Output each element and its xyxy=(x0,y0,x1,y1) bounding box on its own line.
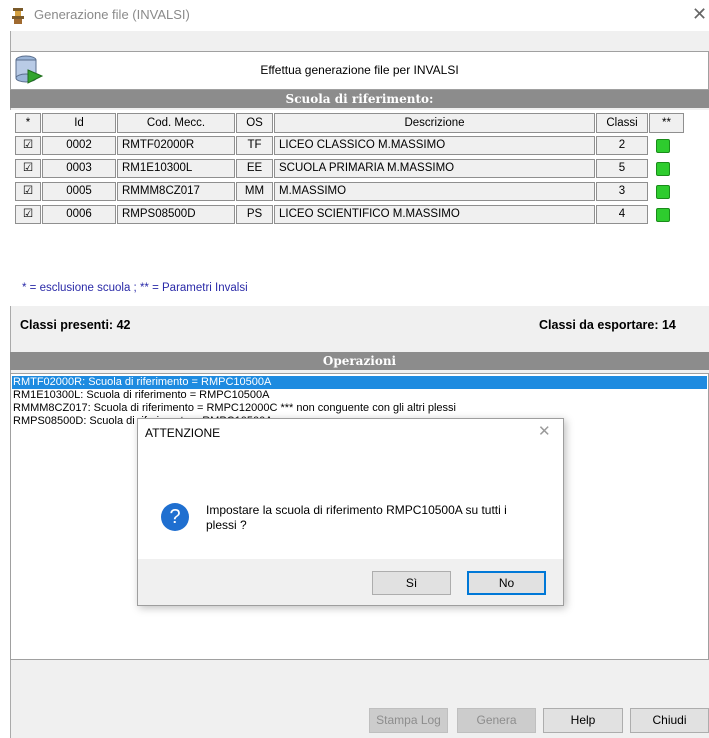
table-cell-classi: 5 xyxy=(596,159,648,178)
status-green-icon[interactable] xyxy=(656,185,670,199)
table-cell-desc: SCUOLA PRIMARIA M.MASSIMO xyxy=(274,159,595,178)
table-cell-id: 0005 xyxy=(42,182,116,201)
table-cell-os: MM xyxy=(236,182,273,201)
col-header-exclude[interactable]: * xyxy=(15,113,41,133)
table-cell-cod: RMMM8CZ017 xyxy=(117,182,235,201)
section-title-school: Scuola di riferimento: xyxy=(10,90,709,108)
col-header-descrizione[interactable]: Descrizione xyxy=(274,113,595,133)
table-cell-cod: RM1E10300L xyxy=(117,159,235,178)
table-cell-desc: LICEO SCIENTIFICO M.MASSIMO xyxy=(274,205,595,224)
dialog-title: ATTENZIONE xyxy=(145,426,221,440)
table-cell-id: 0003 xyxy=(42,159,116,178)
table-cell-cod: RMTF02000R xyxy=(117,136,235,155)
log-line[interactable]: RMMM8CZ017: Scuola di riferimento = RMPC… xyxy=(12,402,707,415)
table-row-checkbox[interactable]: ☑ xyxy=(15,182,41,201)
window-title: Generazione file (INVALSI) xyxy=(34,7,190,22)
col-header-params[interactable]: ** xyxy=(649,113,684,133)
section-title-operations: Operazioni xyxy=(10,352,709,370)
window-titlebar: Generazione file (INVALSI) ✕ xyxy=(0,0,709,31)
table-cell-os: EE xyxy=(236,159,273,178)
window-close-icon[interactable]: ✕ xyxy=(692,4,707,25)
question-icon: ? xyxy=(161,503,189,531)
header-text: Effettua generazione file per INVALSI xyxy=(260,63,459,77)
stampa-log-button[interactable]: Stampa Log xyxy=(369,708,448,733)
table-legend: * = esclusione scuola ; ** = Parametri I… xyxy=(22,282,248,294)
table-cell-classi: 2 xyxy=(596,136,648,155)
classi-esportare-label: Classi da esportare: 14 xyxy=(539,318,676,332)
status-green-icon[interactable] xyxy=(656,162,670,176)
classi-presenti-label: Classi presenti: 42 xyxy=(20,318,131,332)
no-button[interactable]: No xyxy=(467,571,546,595)
col-header-os[interactable]: OS xyxy=(236,113,273,133)
log-line[interactable]: RMTF02000R: Scuola di riferimento = RMPC… xyxy=(12,376,707,389)
table-cell-id: 0006 xyxy=(42,205,116,224)
genera-button[interactable]: Genera xyxy=(457,708,536,733)
table-cell-classi: 4 xyxy=(596,205,648,224)
col-header-cod-mecc[interactable]: Cod. Mecc. xyxy=(117,113,235,133)
status-green-icon[interactable] xyxy=(656,208,670,222)
status-green-icon[interactable] xyxy=(656,139,670,153)
table-cell-os: PS xyxy=(236,205,273,224)
table-row-checkbox[interactable]: ☑ xyxy=(15,205,41,224)
table-cell-os: TF xyxy=(236,136,273,155)
help-button[interactable]: Help xyxy=(543,708,623,733)
table-cell-id: 0002 xyxy=(42,136,116,155)
dialog-close-icon[interactable]: ✕ xyxy=(538,422,551,440)
dialog-message-line2: plessi ? xyxy=(206,518,247,532)
table-cell-desc: LICEO CLASSICO M.MASSIMO xyxy=(274,136,595,155)
log-line[interactable]: RM1E10300L: Scuola di riferimento = RMPC… xyxy=(12,389,707,402)
table-cell-cod: RMPS08500D xyxy=(117,205,235,224)
dialog-message-line1: Impostare la scuola di riferimento RMPC1… xyxy=(206,503,507,517)
app-icon xyxy=(12,8,24,24)
yes-button[interactable]: Sì xyxy=(372,571,451,595)
chiudi-button[interactable]: Chiudi xyxy=(630,708,709,733)
col-header-classi[interactable]: Classi xyxy=(596,113,648,133)
table-cell-classi: 3 xyxy=(596,182,648,201)
table-cell-desc: M.MASSIMO xyxy=(274,182,595,201)
col-header-id[interactable]: Id xyxy=(42,113,116,133)
table-row-checkbox[interactable]: ☑ xyxy=(15,159,41,178)
table-row-checkbox[interactable]: ☑ xyxy=(15,136,41,155)
